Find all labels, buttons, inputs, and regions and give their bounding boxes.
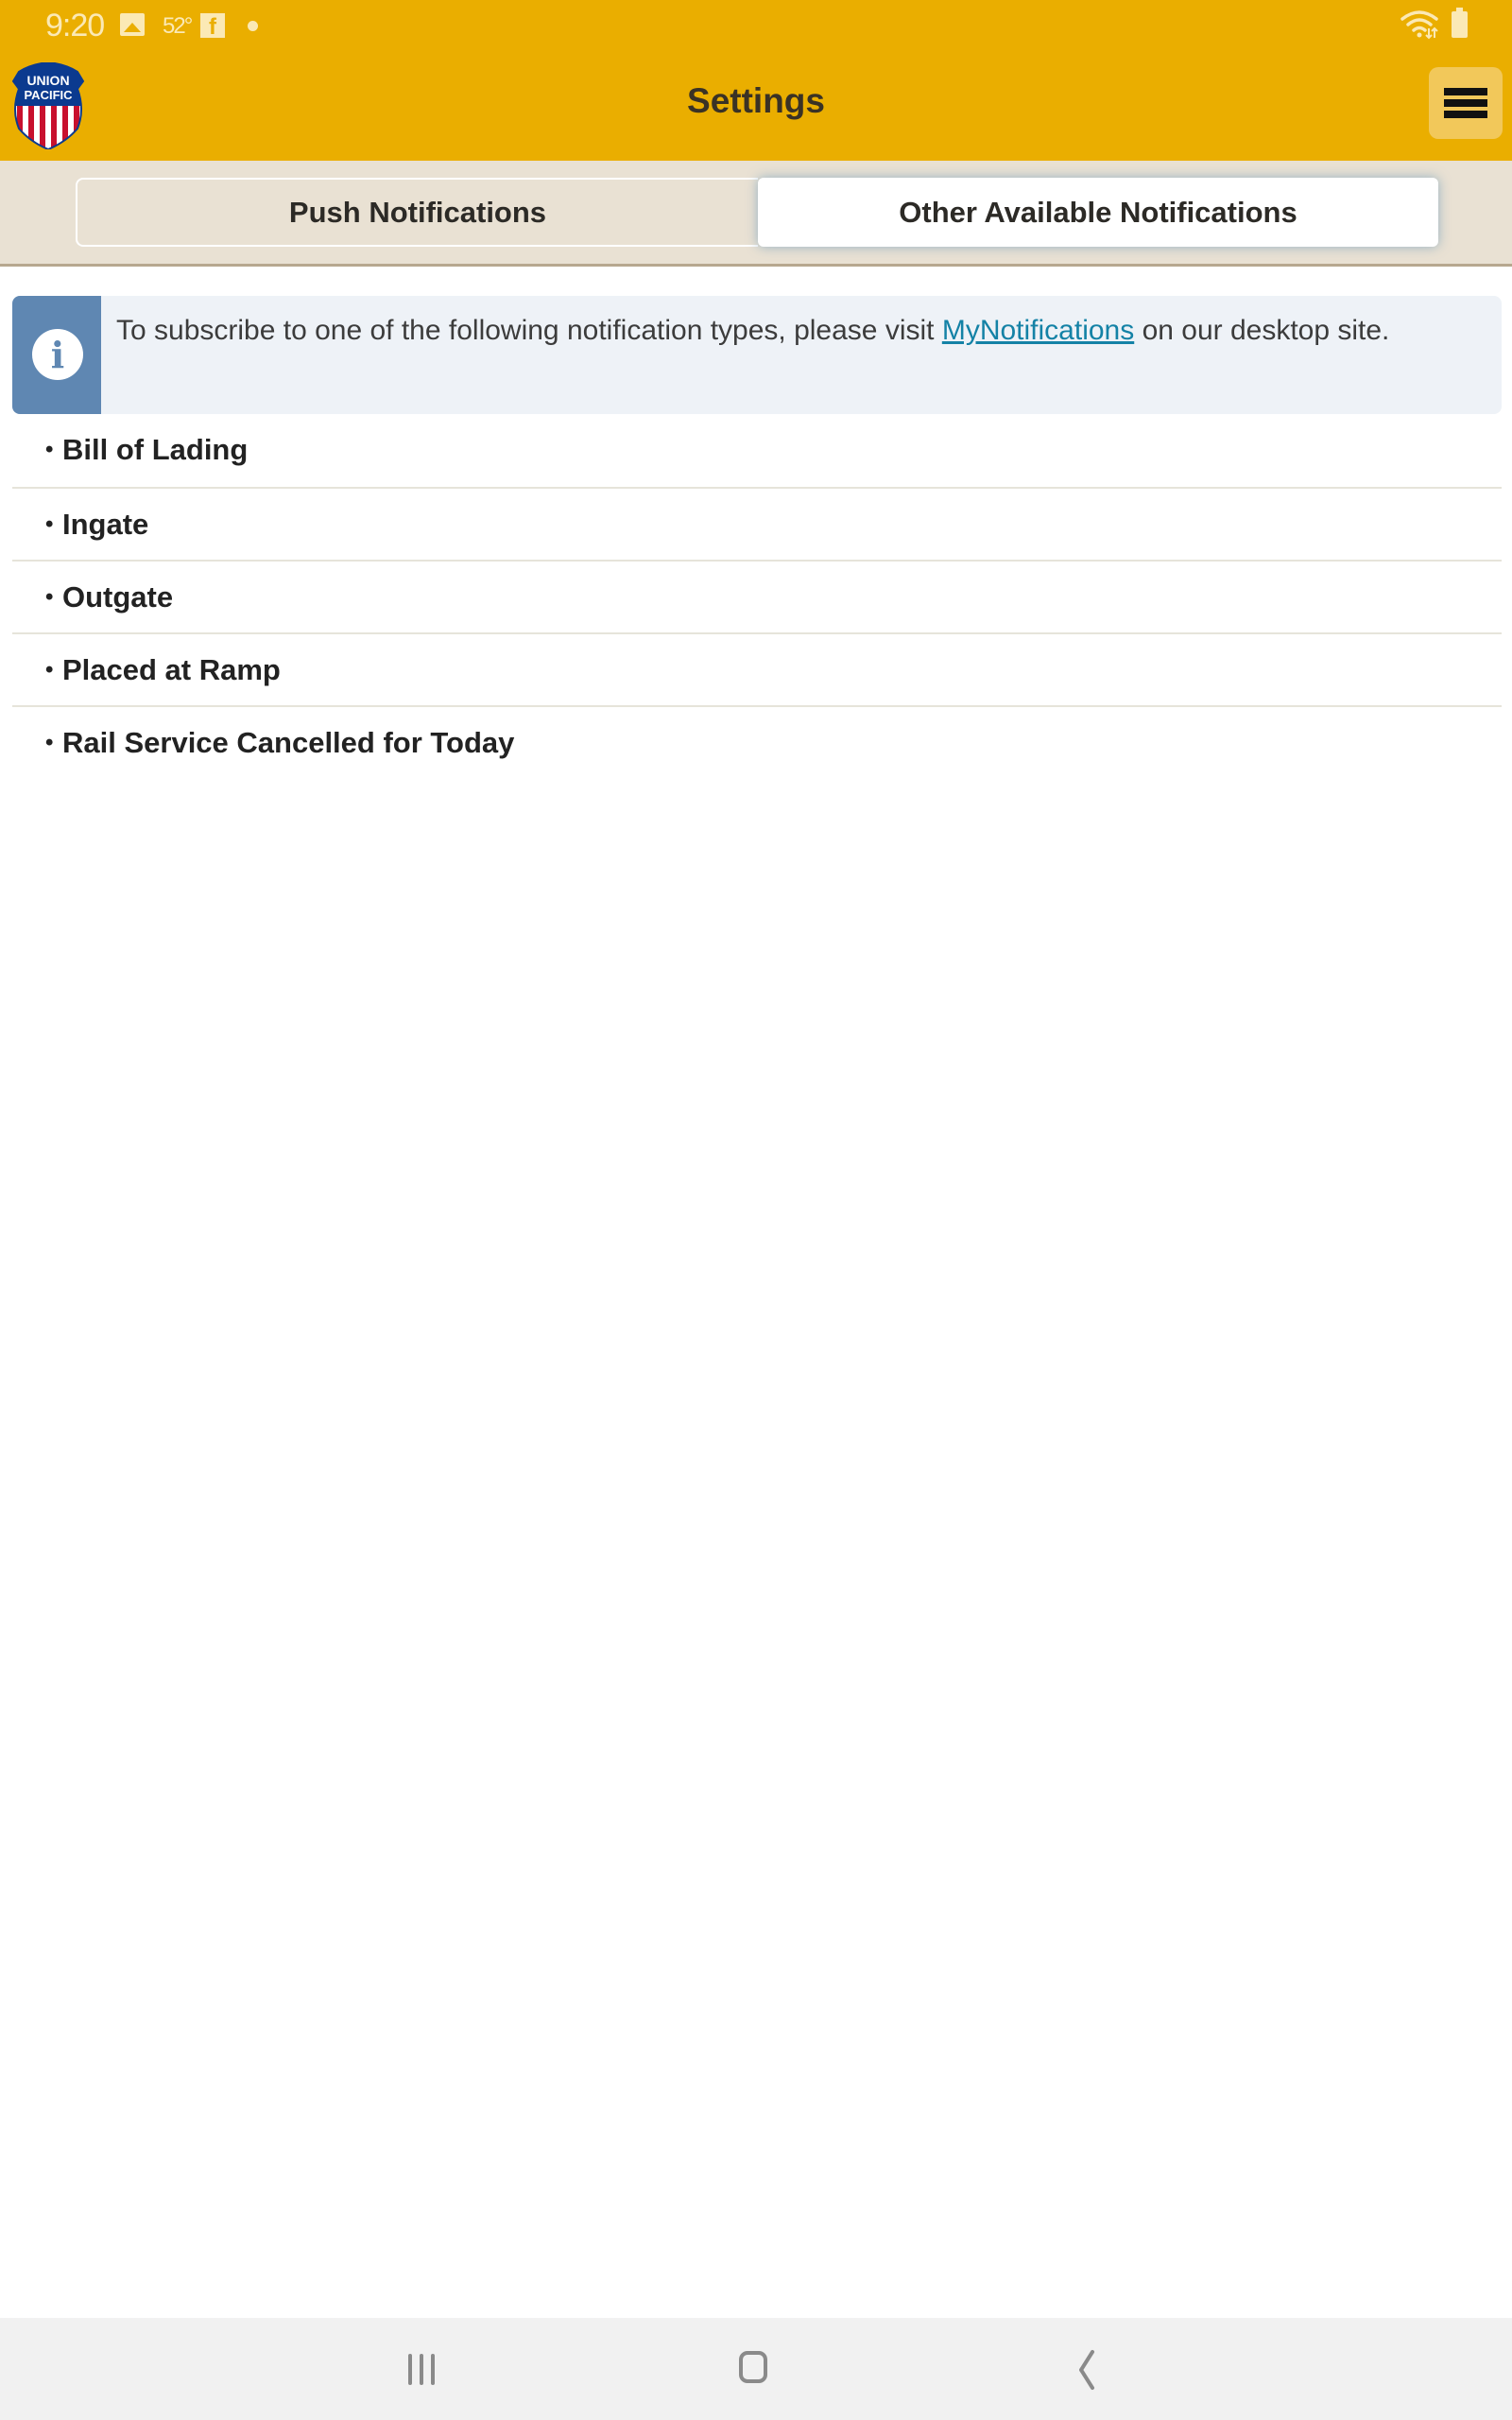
list-item-label: Bill of Lading — [62, 433, 249, 466]
home-button[interactable] — [728, 2346, 784, 2394]
list-item: • Bill of Lading — [12, 414, 1502, 489]
list-item: • Placed at Ramp — [12, 634, 1502, 707]
bullet: • — [45, 437, 54, 462]
info-icon: i — [32, 329, 83, 380]
list-item-label: Outgate — [62, 580, 174, 614]
info-banner-stripe: i — [12, 296, 101, 414]
list-item-label: Placed at Ramp — [62, 653, 281, 686]
notification-dot-icon — [248, 21, 258, 31]
info-banner: i To subscribe to one of the following n… — [12, 296, 1502, 414]
list-item-label: Rail Service Cancelled for Today — [62, 726, 515, 759]
wifi-icon — [1400, 10, 1438, 40]
list-item: • Ingate — [12, 489, 1502, 562]
page-title: Settings — [687, 81, 825, 120]
bullet: • — [45, 657, 54, 683]
tab-other-available-notifications[interactable]: Other Available Notifications — [758, 178, 1438, 247]
hamburger-menu-button[interactable] — [1429, 67, 1503, 139]
bullet: • — [45, 730, 54, 755]
weather-temperature: 52° — [163, 13, 193, 39]
back-chevron-icon — [1079, 2350, 1094, 2390]
bullet: • — [45, 584, 54, 610]
tab-push-notifications[interactable]: Push Notifications — [76, 178, 758, 247]
app-header: UNION PACIFIC Settings — [0, 53, 1512, 161]
info-text-before: To subscribe to one of the following not… — [116, 315, 942, 346]
notification-types-list: • Bill of Lading • Ingate • Outgate • Placed… — [12, 414, 1502, 780]
status-bar: 9:20 52° f — [0, 0, 1512, 53]
recents-button[interactable] — [397, 2346, 454, 2394]
notification-tabs: Push Notifications Other Available Notif… — [0, 161, 1512, 267]
facebook-icon: f — [200, 13, 225, 40]
home-icon — [739, 2351, 767, 2383]
list-item-label: Ingate — [62, 508, 149, 541]
mynotifications-link[interactable]: MyNotifications — [942, 315, 1134, 346]
battery-icon — [1452, 8, 1468, 38]
info-message: To subscribe to one of the following not… — [116, 307, 1445, 354]
bullet: • — [45, 511, 54, 537]
info-text-after: on our desktop site. — [1134, 315, 1390, 346]
system-navigation-bar — [0, 2318, 1512, 2420]
gallery-icon — [120, 13, 145, 36]
back-button[interactable] — [1060, 2346, 1117, 2394]
list-item: • Outgate — [12, 562, 1502, 634]
status-time: 9:20 — [45, 8, 105, 43]
list-item: • Rail Service Cancelled for Today — [12, 707, 1502, 780]
